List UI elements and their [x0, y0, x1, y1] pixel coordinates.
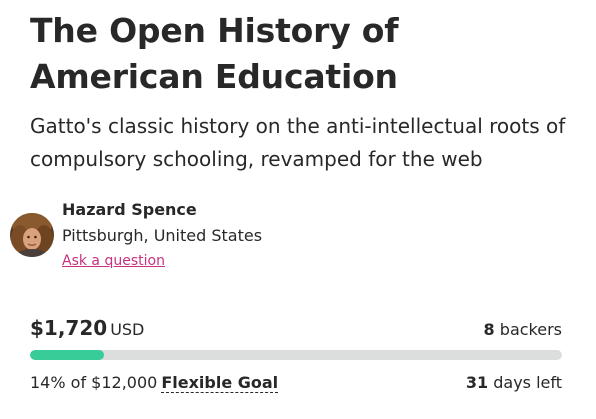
- creator-name[interactable]: Hazard Spence: [62, 200, 262, 220]
- creator-avatar[interactable]: [10, 213, 54, 257]
- days-left-number: 31: [465, 373, 489, 392]
- amount-raised: $1,720 USD: [30, 314, 144, 344]
- percent-of-goal: 14% of $12,000 Flexible Goal: [30, 371, 279, 395]
- amount-row: $1,720 USD 8 backers: [30, 314, 562, 342]
- backers-number: 8: [483, 320, 495, 339]
- amount-value: $1,720: [30, 316, 108, 340]
- creator-location: Pittsburgh, United States: [62, 226, 263, 245]
- ask-question-link[interactable]: Ask a question: [62, 252, 165, 270]
- days-left-label: days left: [493, 373, 562, 392]
- profile-photo-icon: [10, 213, 54, 257]
- amount-currency: USD: [110, 320, 145, 339]
- days-left: 31 days left: [466, 371, 562, 395]
- flexible-goal-tooltip[interactable]: Flexible Goal: [161, 373, 279, 393]
- progress-bar-fill: [30, 350, 105, 360]
- campaign-header: The Open History of American Education G…: [30, 0, 566, 176]
- funding-meta-row: 14% of $12,000 Flexible Goal 31 days left: [30, 371, 562, 395]
- progress-bar: [30, 350, 562, 360]
- campaign-title: The Open History of American Education: [30, 11, 399, 96]
- campaign-blurb: Gatto's classic history on the anti-inte…: [30, 114, 566, 171]
- creator-info: Hazard Spence Pittsburgh, United States …: [62, 200, 262, 270]
- creator-card: Hazard Spence Pittsburgh, United States …: [10, 200, 530, 272]
- backers-label: backers: [499, 320, 562, 339]
- backers-count: 8 backers: [484, 318, 562, 342]
- percent-text: 14% of $12,000: [30, 373, 158, 392]
- funding-summary: $1,720 USD 8 backers 14% of $12,000 Flexib…: [30, 314, 562, 395]
